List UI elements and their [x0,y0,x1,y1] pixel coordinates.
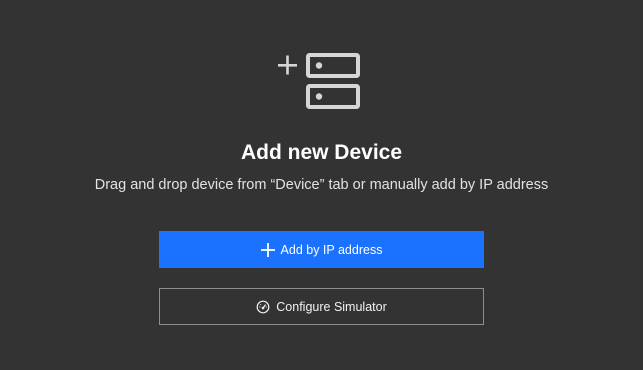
panel-title: Add new Device [240,141,403,164]
add-by-ip-label: Add by IP address [280,242,383,257]
gauge-icon [256,300,270,314]
plus-icon [260,242,275,257]
add-device-panel: Add new Device Drag and drop device from… [0,0,643,370]
configure-simulator-label: Configure Simulator [276,299,387,314]
configure-simulator-button[interactable]: Configure Simulator [159,288,484,325]
add-device-icon [278,53,360,109]
panel-subtitle: Drag and drop device from “Device” tab o… [94,177,549,193]
add-by-ip-button[interactable]: Add by IP address [159,231,484,268]
